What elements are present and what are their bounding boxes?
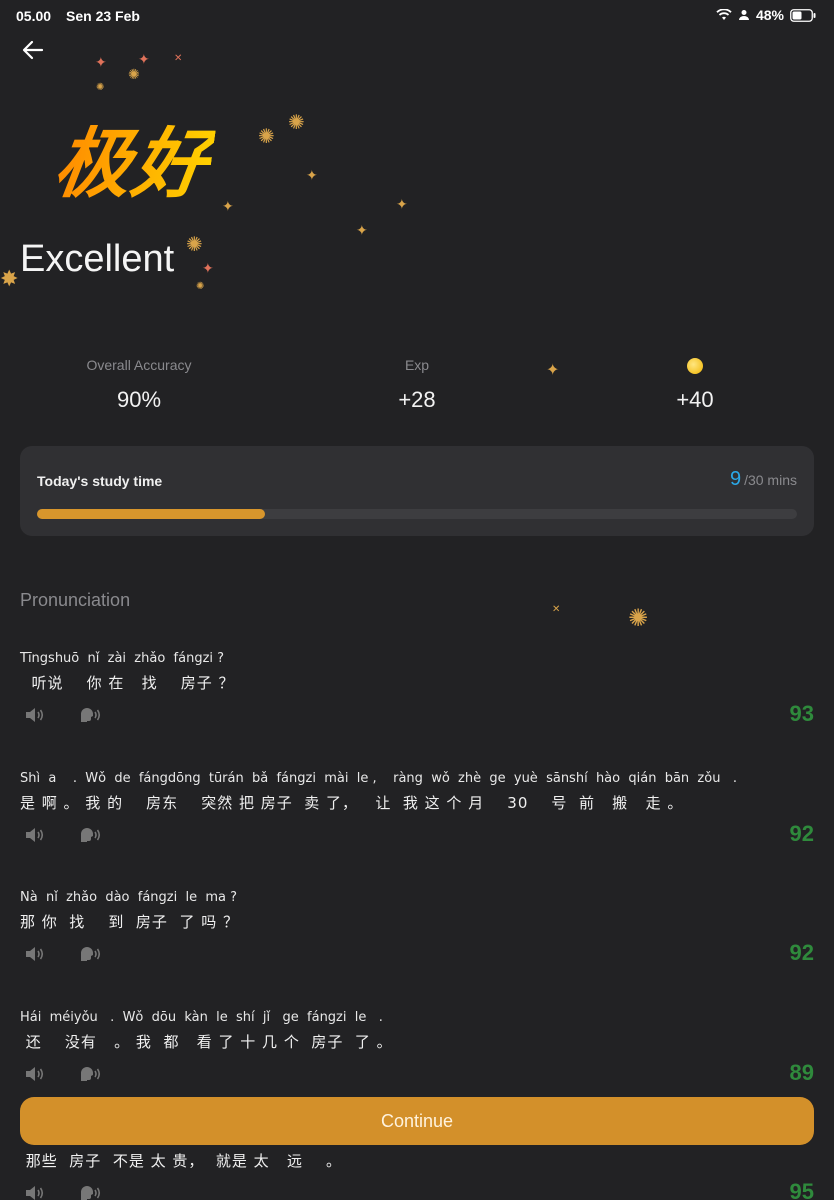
speaker-icon bbox=[26, 708, 44, 722]
wifi-icon bbox=[716, 9, 732, 20]
pronunciation-score: 95 bbox=[789, 1179, 814, 1200]
sparkle-icon: ✦ bbox=[138, 51, 150, 67]
sparkle-icon: ✦ bbox=[306, 167, 318, 183]
stat-icon bbox=[585, 355, 805, 375]
speaker-icon bbox=[26, 1067, 44, 1081]
result-title: Excellent bbox=[20, 238, 175, 280]
voice-playback-icon bbox=[81, 1067, 101, 1081]
voice-playback-icon bbox=[81, 828, 101, 842]
sparkle-icon: ✦ bbox=[396, 196, 408, 212]
study-time-current: 9 bbox=[729, 468, 742, 490]
pronunciation-score: 89 bbox=[789, 1060, 814, 1085]
status-time: 05.00 bbox=[16, 8, 52, 24]
play-audio-button[interactable] bbox=[24, 944, 50, 966]
play-recording-button[interactable] bbox=[78, 944, 104, 966]
sparkle-icon: ✺ bbox=[96, 82, 105, 93]
stat-value: +40 bbox=[676, 387, 714, 412]
stat-label: Overall Accuracy bbox=[86, 357, 192, 373]
play-recording-button[interactable] bbox=[78, 825, 104, 847]
hanzi-text: 还 没有 。 我 都 看 了 十 几 个 房子 了 。 bbox=[20, 1033, 393, 1051]
play-audio-button[interactable] bbox=[24, 1064, 50, 1086]
sparkle-icon: ✕ bbox=[174, 53, 183, 64]
pinyin-text: Hái méiyǒu . Wǒ dōu kàn le shí jǐ ge fán… bbox=[20, 1010, 383, 1025]
play-recording-button[interactable] bbox=[78, 1064, 104, 1086]
hanzi-text: 听说 你 在 找 房子 ？ bbox=[20, 674, 235, 692]
voice-playback-icon bbox=[81, 708, 101, 722]
sparkle-icon: ✺ bbox=[258, 126, 275, 148]
pronunciation-score: 92 bbox=[789, 940, 814, 965]
status-date: Sen 23 Feb bbox=[66, 8, 140, 24]
back-button[interactable] bbox=[20, 36, 48, 64]
sparkle-icon: ✦ bbox=[202, 260, 214, 276]
coin-icon bbox=[687, 358, 703, 375]
pronunciation-score: 92 bbox=[789, 821, 814, 846]
continue-button[interactable]: Continue bbox=[20, 1097, 814, 1145]
sparkle-icon: ✦ bbox=[356, 222, 368, 238]
pinyin-text: Shì a . Wǒ de fángdōng tūrán bǎ fángzi m… bbox=[20, 771, 737, 786]
stat-value: 90% bbox=[116, 387, 162, 412]
sparkle-icon: ✺ bbox=[196, 281, 205, 292]
speaker-icon bbox=[26, 947, 44, 961]
study-time-goal: /30 mins bbox=[744, 472, 797, 488]
sparkle-icon: ✕ bbox=[552, 604, 561, 615]
stat-accuracy: Overall Accuracy 90% bbox=[29, 355, 249, 413]
stats-row: Overall Accuracy 90% Exp +28 +40 bbox=[0, 355, 834, 425]
speaker-icon bbox=[26, 1186, 44, 1200]
list-item: Tīngshuō nǐ zài zhǎo fángzi ? 听说 你 在 找 房… bbox=[20, 651, 814, 761]
list-item: Shì a . Wǒ de fángdōng tūrán bǎ fángzi m… bbox=[20, 771, 814, 881]
play-audio-button[interactable] bbox=[24, 705, 50, 727]
study-progress-bar bbox=[37, 509, 797, 519]
battery-percent: 48% bbox=[755, 7, 784, 23]
speaker-icon bbox=[26, 828, 44, 842]
status-indicators: 48% bbox=[716, 7, 816, 23]
sparkle-icon: ✸ bbox=[0, 266, 19, 291]
study-time-value: 9/30 mins bbox=[730, 468, 797, 491]
sparkle-icon: ✺ bbox=[128, 66, 140, 82]
hanzi-text: 是 啊 。 我 的 房东 突然 把 房子 卖 了， 让 我 这 个 月 30 号… bbox=[20, 794, 684, 812]
study-time-label: Today's study time bbox=[37, 473, 163, 489]
play-recording-button[interactable] bbox=[78, 1183, 104, 1200]
stat-value: +28 bbox=[398, 387, 436, 412]
battery-icon bbox=[790, 8, 816, 22]
sparkle-icon: ✺ bbox=[628, 605, 649, 632]
status-bar: 05.00 Sen 23 Feb 48% bbox=[0, 0, 834, 32]
section-title: Pronunciation bbox=[20, 590, 131, 610]
stat-coins: +40 bbox=[585, 355, 805, 413]
study-time-card: Today's study time 9/30 mins bbox=[20, 446, 814, 536]
stat-exp: Exp +28 bbox=[307, 355, 527, 413]
play-audio-button[interactable] bbox=[24, 825, 50, 847]
sparkle-icon: ✺ bbox=[288, 112, 305, 134]
sparkle-icon: ✦ bbox=[222, 198, 234, 214]
pinyin-text: Nà nǐ zhǎo dào fángzi le ma ? bbox=[20, 890, 238, 905]
arrow-left-icon bbox=[22, 40, 44, 60]
pinyin-text: Tīngshuō nǐ zài zhǎo fángzi ? bbox=[20, 651, 225, 666]
play-audio-button[interactable] bbox=[24, 1183, 50, 1200]
person-icon bbox=[738, 10, 749, 20]
sparkle-icon: ✺ bbox=[186, 234, 203, 256]
voice-playback-icon bbox=[81, 1186, 101, 1200]
list-item: Nà nǐ zhǎo dào fángzi le ma ? 那 你 找 到 房子… bbox=[20, 890, 814, 1000]
stat-label: Exp bbox=[404, 357, 430, 373]
sparkle-icon: ✦ bbox=[95, 54, 107, 70]
hanzi-text: 那 你 找 到 房子 了 吗 ？ bbox=[20, 913, 239, 931]
result-badge: 极好 bbox=[48, 102, 219, 212]
study-progress-fill bbox=[37, 509, 265, 519]
play-recording-button[interactable] bbox=[78, 705, 104, 727]
voice-playback-icon bbox=[81, 947, 101, 961]
hanzi-text: 那些 房子 不是 太 贵， 就是 太 远 。 bbox=[20, 1152, 343, 1170]
pronunciation-score: 93 bbox=[789, 701, 814, 726]
